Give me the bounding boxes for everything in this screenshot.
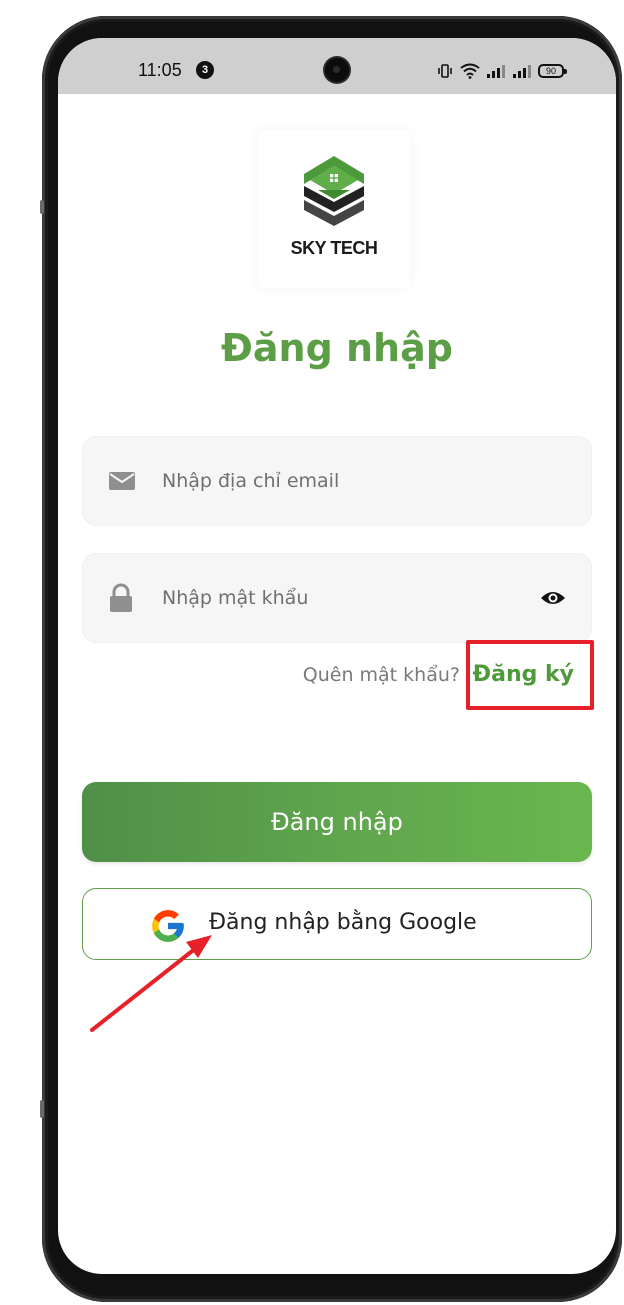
- front-camera: [325, 58, 349, 82]
- password-input[interactable]: [162, 553, 542, 643]
- app-logo: SKY TECH: [258, 130, 410, 288]
- password-field[interactable]: [82, 553, 592, 643]
- google-login-button[interactable]: Đăng nhập bằng Google: [82, 888, 592, 960]
- forgot-password-link[interactable]: Quên mật khẩu?: [303, 664, 460, 686]
- side-button-left: [40, 200, 44, 214]
- side-button-left-2: [40, 1100, 44, 1118]
- status-time: 11:05: [138, 60, 182, 80]
- google-button-label: Đăng nhập bằng Google: [209, 910, 477, 935]
- vibrate-icon: [438, 64, 452, 78]
- google-icon: [152, 910, 184, 942]
- logo-text: SKY TECH: [290, 238, 378, 258]
- signal-icon-2: [513, 65, 531, 78]
- email-input[interactable]: [162, 436, 542, 526]
- login-button[interactable]: Đăng nhập: [82, 782, 592, 862]
- notification-badge: 3: [196, 61, 214, 79]
- page-title: Đăng nhập: [221, 326, 453, 370]
- battery-icon: 90: [538, 64, 567, 78]
- email-field[interactable]: [82, 436, 592, 526]
- mail-icon: [109, 472, 135, 490]
- status-bar: 11:05 3 90: [58, 38, 616, 94]
- status-icons: 90: [436, 60, 567, 82]
- lock-icon: [110, 583, 132, 612]
- eye-icon[interactable]: [540, 589, 566, 607]
- screen: 11:05 3 90 SKY TECH Đăng nhập Nhập địa c…: [58, 38, 616, 1274]
- wifi-icon: [460, 63, 480, 79]
- signup-highlight-box: [466, 640, 594, 710]
- logo-mark-icon: [304, 156, 364, 226]
- signal-icon-1: [487, 65, 505, 78]
